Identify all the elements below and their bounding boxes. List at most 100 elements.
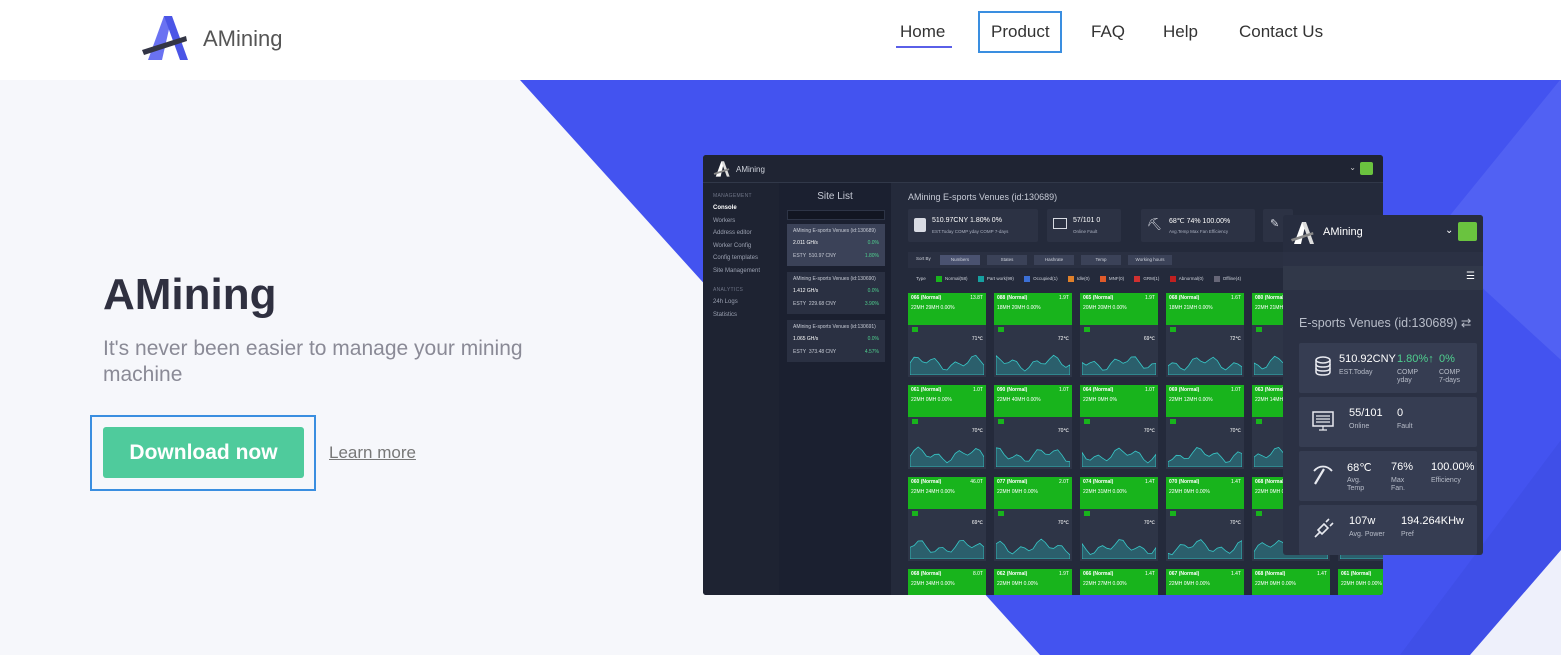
nav-help[interactable]: Help xyxy=(1163,22,1198,42)
miner-card-header: 061 (Normal) 1.0T 22MH 0MH 0.00% xyxy=(908,385,986,417)
type-swatch xyxy=(1099,276,1106,282)
sidebar-item-site-management[interactable]: Site Management xyxy=(713,268,760,274)
type-label: Type xyxy=(916,276,926,282)
miner-card[interactable]: 064 (Normal) 1.0T 22MH 0MH 0% 70℃ xyxy=(1080,385,1158,469)
sort-states-button[interactable]: States xyxy=(987,255,1027,265)
type-abnormal[interactable]: Abnormal(0) xyxy=(1179,276,1204,281)
type-part-work[interactable]: Part work(99) xyxy=(987,276,1014,281)
hamburger-menu-icon[interactable]: ☰ xyxy=(1466,271,1475,282)
miner-card-header: 068 (Normal) 1.4T 22MH 0MH 0.00% xyxy=(1252,569,1330,595)
miner-reward: 1.4T xyxy=(1144,571,1155,577)
miner-card[interactable]: 061 (Normal) 1.0T 22MH 0MH 0.00% 70℃ xyxy=(908,385,986,469)
download-now-button[interactable]: Download now xyxy=(103,427,304,478)
type-occupied[interactable]: Occupied(1) xyxy=(1033,276,1058,281)
miner-reward: 1.0T xyxy=(1230,387,1241,393)
miner-hashrate: 22MH 0MH 0% xyxy=(1083,397,1117,403)
miner-card[interactable]: 068 (Normal) 1.4T 22MH 0MH 0.00% xyxy=(1252,569,1330,595)
site-card[interactable]: AMining E-sports Venues (id:130689) 2.01… xyxy=(787,224,885,266)
miner-card[interactable]: 068 (Normal) 1.6T 18MH 21MH 0.00% 72℃ xyxy=(1166,293,1244,377)
learn-more-link[interactable]: Learn more xyxy=(329,443,416,463)
miner-card[interactable]: 061 (Normal)1.4T22MH 0MH 0.00% xyxy=(1338,569,1383,595)
sidebar-item-config-templates[interactable]: Config templates xyxy=(713,255,758,261)
miner-card-header: 068 (Normal) 8.0T 22MH 34MH 0.00% xyxy=(908,569,986,595)
type-mnf[interactable]: MNF(0) xyxy=(1109,276,1124,281)
type-normal[interactable]: Normal(58) xyxy=(945,276,968,281)
miner-reward: 1.6T xyxy=(1230,295,1241,301)
miner-hashrate-sparkline xyxy=(1082,356,1156,375)
miner-hashrate-sparkline xyxy=(1082,447,1156,467)
miner-card[interactable]: 062 (Normal) 1.9T 22MH 0MH 0.00% xyxy=(994,569,1072,595)
miner-card-header: 060 (Normal) 46.0T 22MH 24MH 0.00% xyxy=(908,477,986,509)
miner-name: 090 (Normal) xyxy=(997,387,1028,393)
sidebar-item-workers[interactable]: Workers xyxy=(713,218,735,224)
sidebar-item-address-editor[interactable]: Address editor xyxy=(713,230,752,236)
miner-card[interactable]: 069 (Normal) 1.0T 22MH 12MH 0.00% 70℃ xyxy=(1166,385,1244,469)
miner-hashrate-sparkline xyxy=(910,354,984,375)
miner-card[interactable]: 067 (Normal) 1.4T 22MH 0MH 0.00% xyxy=(1166,569,1244,595)
miner-card[interactable]: 065 (Normal) 1.9T 20MH 20MH 0.00% 69℃ xyxy=(1080,293,1158,377)
miner-hashrate-sparkline xyxy=(996,447,1070,467)
hero-subtitle: It's never been easier to manage your mi… xyxy=(103,337,523,386)
mobile-site-title[interactable]: E-sports Venues (id:130689) ⇄ xyxy=(1299,315,1471,330)
nav-product[interactable]: Product xyxy=(991,22,1050,42)
mobile-stat-online: 55/101 Online 0 Fault xyxy=(1299,397,1477,447)
type-idle[interactable]: Idle(0) xyxy=(1077,276,1090,281)
chevron-down-icon[interactable]: ⌄ xyxy=(1349,163,1356,172)
aming-logo-icon[interactable] xyxy=(140,14,192,62)
mobile-stat-value: 194.264KHw xyxy=(1401,515,1464,527)
miner-card-header: 088 (Normal) 1.9T 18MH 20MH 0.00% xyxy=(994,293,1072,325)
type-swatch xyxy=(1213,276,1220,282)
sort-hashrate-button[interactable]: Hashrate xyxy=(1034,255,1074,265)
miner-card[interactable]: 077 (Normal) 2.0T 22MH 0MH 0.00% 70℃ xyxy=(994,477,1072,561)
dashboard-preview: AMining ⌄ MANAGEMENT Console Workers Add… xyxy=(703,155,1383,595)
sort-temp-button[interactable]: Temp xyxy=(1081,255,1121,265)
sidebar-item-24h-logs[interactable]: 24h Logs xyxy=(713,299,738,305)
miner-name: 080 (Normal) xyxy=(1255,295,1286,301)
nav-contact-us[interactable]: Contact Us xyxy=(1239,22,1323,42)
miner-card[interactable]: 060 (Normal) 46.0T 22MH 24MH 0.00% 69℃ xyxy=(908,477,986,561)
miner-reward: 1.4T xyxy=(1230,479,1241,485)
miner-card[interactable]: 088 (Normal) 1.9T 18MH 20MH 0.00% 72℃ xyxy=(994,293,1072,377)
site-name: AMining E-sports Venues (id:130691) xyxy=(793,324,876,330)
nav-home[interactable]: Home xyxy=(900,22,945,42)
sidebar-item-worker-config[interactable]: Worker Config xyxy=(713,243,751,249)
site-card[interactable]: AMining E-sports Venues (id:130690) 1.41… xyxy=(787,272,885,314)
dashboard-user-icon[interactable] xyxy=(1360,162,1373,175)
type-offline[interactable]: Offline(4) xyxy=(1223,276,1241,281)
miner-reward: 1.0T xyxy=(1144,387,1155,393)
miner-card[interactable]: 090 (Normal) 1.0T 22MH 40MH 0.00% 70℃ xyxy=(994,385,1072,469)
miner-card[interactable]: 068 (Normal) 8.0T 22MH 34MH 0.00% xyxy=(908,569,986,595)
miner-card-header: 065 (Normal) 1.9T 20MH 20MH 0.00% xyxy=(1080,293,1158,325)
chevron-down-icon[interactable]: ⌄ xyxy=(1445,225,1453,236)
mobile-stat-label: Avg. Power xyxy=(1349,531,1385,538)
miner-temp: 70℃ xyxy=(1057,428,1069,434)
nav-faq[interactable]: FAQ xyxy=(1091,22,1125,42)
mobile-stat-label: COMP 7-days xyxy=(1439,369,1461,384)
miner-reward: 46.0T xyxy=(970,479,983,485)
miner-gpu-indicator xyxy=(998,511,1004,516)
miner-reward: 1.0T xyxy=(972,387,983,393)
site-name: AMining E-sports Venues (id:130690) xyxy=(793,276,876,282)
sidebar-item-console[interactable]: Console xyxy=(713,205,737,211)
sort-working-hours-button[interactable]: Working hours xyxy=(1128,255,1172,265)
type-grm[interactable]: GRM(1) xyxy=(1143,276,1159,281)
miner-gpu-indicator xyxy=(912,511,918,516)
site-search-input[interactable] xyxy=(787,210,885,220)
miner-temp: 71℃ xyxy=(971,336,983,342)
mobile-user-icon[interactable] xyxy=(1458,222,1477,241)
miner-name: 063 (Normal) xyxy=(1255,387,1286,393)
site-est: ESTY 510.97 CNY xyxy=(793,253,837,259)
site-up: 0.0% xyxy=(867,336,879,342)
miner-card-header: 062 (Normal) 1.9T 22MH 0MH 0.00% xyxy=(994,569,1072,595)
miner-card[interactable]: 070 (Normal) 1.4T 22MH 0MH 0.00% 70℃ xyxy=(1166,477,1244,561)
brand-name[interactable]: AMining xyxy=(203,26,282,52)
miner-card[interactable]: 066 (Normal) 13.8T 22MH 29MH 0.00% 71℃ xyxy=(908,293,986,377)
miner-card[interactable]: 074 (Normal) 1.4T 22MH 31MH 0.00% 70℃ xyxy=(1080,477,1158,561)
site-card[interactable]: AMining E-sports Venues (id:130691) 1.06… xyxy=(787,320,885,362)
miner-hashrate: 22MH 0MH 0.00% xyxy=(997,581,1038,587)
sidebar-item-statistics[interactable]: Statistics xyxy=(713,312,737,318)
miner-card[interactable]: 066 (Normal) 1.4T 22MH 27MH 0.00% xyxy=(1080,569,1158,595)
miner-hashrate-sparkline xyxy=(910,446,984,467)
sort-numbers-button[interactable]: Numbers xyxy=(940,255,980,265)
miner-card-header: 068 (Normal) 1.6T 18MH 21MH 0.00% xyxy=(1166,293,1244,325)
